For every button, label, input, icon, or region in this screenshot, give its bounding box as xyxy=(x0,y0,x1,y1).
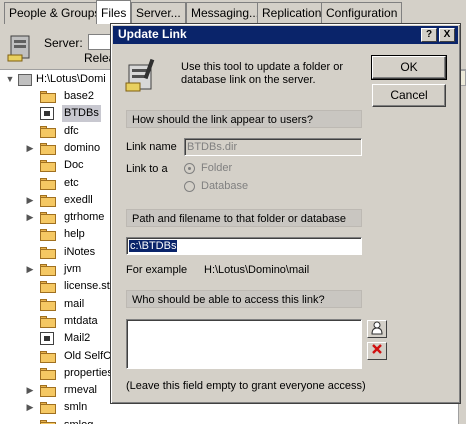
expand-icon[interactable]: ▶ xyxy=(24,209,36,226)
tab-messaging[interactable]: Messaging... xyxy=(186,2,265,24)
dialog-title: Update Link xyxy=(118,27,187,41)
tab-files[interactable]: Files xyxy=(96,0,132,25)
folder-icon xyxy=(40,125,56,138)
folder-icon xyxy=(40,419,56,424)
expand-icon[interactable]: ▶ xyxy=(24,261,36,278)
example-label: For example xyxy=(126,264,188,276)
folder-icon xyxy=(40,264,56,276)
folder-radio[interactable] xyxy=(184,163,195,174)
database-radio-label: Database xyxy=(201,180,249,192)
tree-item-label: domino xyxy=(64,141,101,154)
access-footer-note: (Leave this field empty to grant everyon… xyxy=(126,380,366,392)
expand-icon[interactable]: ▶ xyxy=(24,140,36,157)
ok-button[interactable]: OK xyxy=(371,55,447,80)
tree-item-label: jvm xyxy=(64,263,82,275)
path-field[interactable]: c:\BTDBs xyxy=(126,237,362,255)
tree-item-label: exedll xyxy=(64,193,93,206)
folder-icon xyxy=(40,142,56,155)
person-icon xyxy=(371,321,383,335)
tab-replication[interactable]: Replication xyxy=(257,2,327,24)
tree-item-label: rmeval xyxy=(64,384,98,397)
tree-item-label: help xyxy=(64,228,85,241)
tree-item-label: iNotes xyxy=(64,245,96,258)
link-to-label: Link to a xyxy=(126,163,168,175)
link-tool-icon xyxy=(125,58,155,92)
delete-x-icon xyxy=(372,344,382,354)
folder-icon xyxy=(40,229,56,242)
path-field-value: c:\BTDBs xyxy=(129,240,178,252)
tab-configuration[interactable]: Configuration xyxy=(321,2,403,24)
expand-icon[interactable]: ▶ xyxy=(24,382,36,399)
tree-item-label: license.st xyxy=(64,280,110,293)
folder-icon xyxy=(40,212,56,225)
tree-item[interactable]: smlog xyxy=(24,417,200,424)
folder-icon xyxy=(40,160,56,173)
link-name-label: Link name xyxy=(126,141,177,153)
section-access-header: Who should be able to access this link? xyxy=(126,290,362,308)
section-appear-header: How should the link appear to users? xyxy=(126,110,362,128)
collapse-icon[interactable]: ▼ xyxy=(4,71,16,88)
folder-icon xyxy=(40,350,56,363)
help-icon[interactable]: ? xyxy=(421,28,437,42)
tree-item-label: base2 xyxy=(64,90,94,102)
tree-item-label: Doc xyxy=(64,159,84,172)
database-radio[interactable] xyxy=(184,181,195,192)
remove-entry-button[interactable] xyxy=(367,342,387,360)
expand-icon[interactable]: ▶ xyxy=(24,399,36,416)
folder-icon xyxy=(40,91,56,103)
tab-people-groups[interactable]: People & Groups xyxy=(4,2,106,24)
tree-item-label: etc xyxy=(64,176,79,189)
example-value: H:\Lotus\Domino\mail xyxy=(204,264,310,276)
dialog-description: Use this tool to update a folder or data… xyxy=(181,61,344,86)
folder-icon xyxy=(40,402,56,415)
folder-icon xyxy=(40,177,56,190)
server-icon xyxy=(7,35,30,62)
update-link-dialog: Update Link ? X Use this tool to update … xyxy=(110,23,461,404)
cancel-button[interactable]: Cancel xyxy=(372,84,446,107)
tree-item-label: smlog xyxy=(62,417,95,424)
folder-icon xyxy=(40,281,56,294)
folder-radio-label: Folder xyxy=(201,162,233,174)
server-label: Server: xyxy=(44,36,83,50)
section-path-header: Path and filename to that folder or data… xyxy=(126,209,362,227)
address-book-button[interactable] xyxy=(367,320,387,338)
database-link-icon xyxy=(40,332,54,346)
tree-item-label: Mail2 xyxy=(64,332,91,345)
tab-server[interactable]: Server... xyxy=(131,2,186,24)
tree-item-label: dfc xyxy=(64,124,79,137)
close-icon[interactable]: X xyxy=(439,28,455,42)
drive-icon xyxy=(18,74,32,86)
folder-icon xyxy=(40,246,56,259)
tree-item-label: mail xyxy=(64,297,85,310)
tree-item-label: properties xyxy=(64,366,113,379)
link-name-field[interactable]: BTDBs.dir xyxy=(184,138,362,156)
tree-item-label: smln xyxy=(64,401,88,414)
folder-icon xyxy=(40,367,56,380)
folder-icon xyxy=(40,315,56,328)
tab-bar: People & Groups Files Server... Messagin… xyxy=(0,0,466,25)
tree-item-label: gtrhome xyxy=(64,211,105,224)
expand-icon[interactable]: ▶ xyxy=(24,192,36,209)
database-link-icon xyxy=(40,107,54,121)
dialog-titlebar[interactable]: Update Link ? X xyxy=(113,26,458,44)
tree-item-label: mtdata xyxy=(64,314,98,327)
folder-icon xyxy=(40,194,56,207)
folder-icon xyxy=(40,298,56,311)
access-list-field[interactable] xyxy=(126,319,362,369)
folder-icon xyxy=(40,385,56,398)
tree-root-label: H:\Lotus\Domi xyxy=(36,73,106,85)
tree-item-label: BTDBs xyxy=(62,105,101,123)
